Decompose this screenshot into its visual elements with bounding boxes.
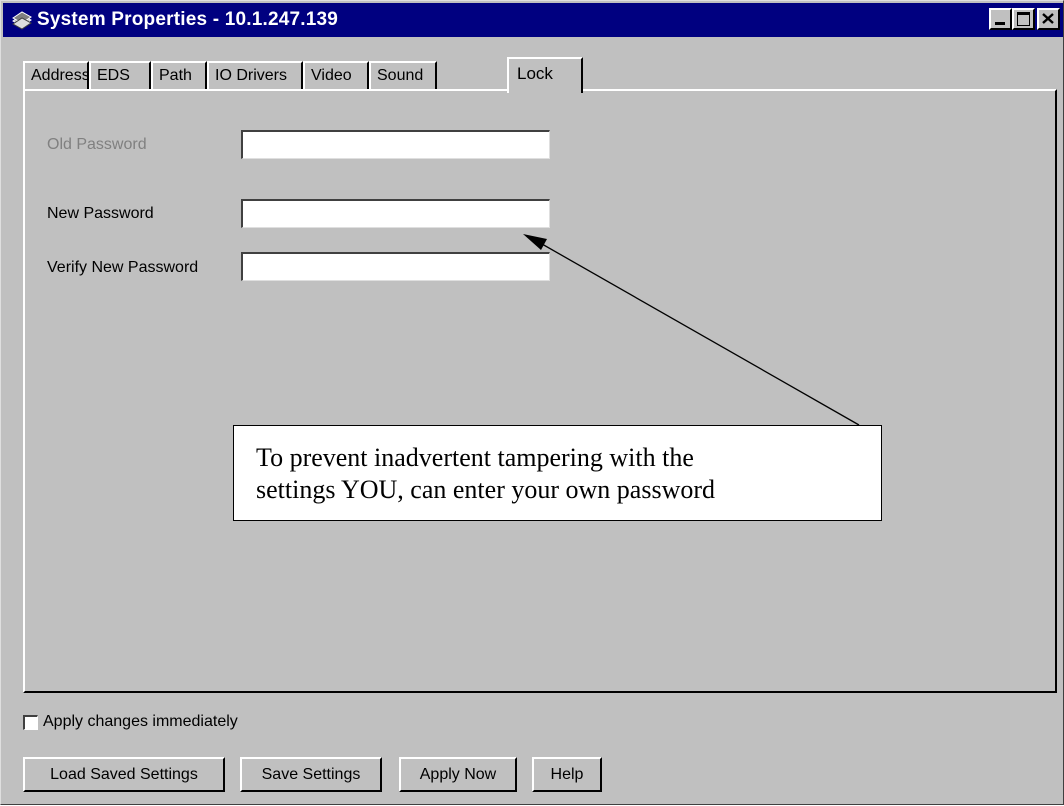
apply-now-button[interactable]: Apply Now: [399, 757, 517, 792]
callout-box: To prevent inadvertent tampering with th…: [233, 425, 882, 521]
help-button[interactable]: Help: [532, 757, 602, 792]
apply-immediately-checkbox[interactable]: [23, 714, 38, 730]
save-settings-button[interactable]: Save Settings: [240, 757, 382, 792]
callout-line-1: To prevent inadvertent tampering with th…: [256, 443, 694, 472]
callout-arrow: [523, 234, 860, 426]
system-properties-window: System Properties - 10.1.247.139 Address…: [0, 0, 1064, 805]
apply-immediately-label[interactable]: Apply changes immediately: [43, 713, 238, 731]
load-saved-settings-button[interactable]: Load Saved Settings: [23, 757, 225, 792]
tab-lock[interactable]: Lock: [507, 57, 583, 93]
callout-line-2: settings YOU, can enter your own passwor…: [256, 475, 715, 504]
apply-immediately-row[interactable]: Apply changes immediately: [23, 711, 238, 733]
